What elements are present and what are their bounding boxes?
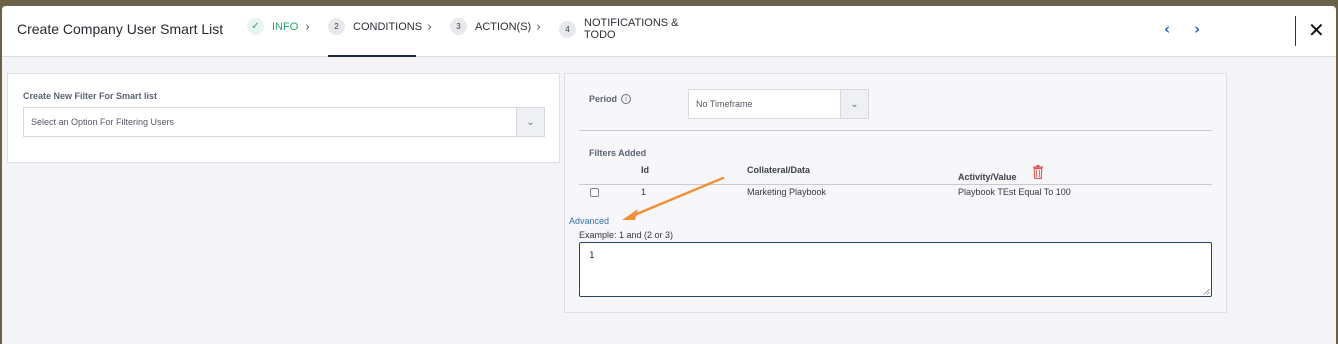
resize-grip-icon[interactable] (1203, 288, 1210, 295)
row-id: 1 (641, 187, 647, 197)
chevron-right-icon: › (305, 20, 311, 35)
example-text: Example: 1 and (2 or 3) (579, 230, 674, 240)
column-activity: Activity/Value (958, 172, 1017, 182)
check-icon: ✓ (247, 18, 264, 35)
expression-textarea[interactable]: 1 (579, 242, 1212, 297)
step-number: 4 (559, 21, 576, 38)
column-id: Id (641, 165, 649, 175)
filter-panel: Create New Filter For Smart list Select … (7, 73, 560, 163)
step-number: 2 (328, 18, 345, 35)
column-collateral: Collateral/Data (747, 165, 811, 175)
step-info[interactable]: ✓ INFO (247, 18, 298, 35)
header-divider (1295, 16, 1296, 46)
row-collateral: Marketing Playbook (747, 187, 827, 197)
modal-header: Create Company User Smart List ✓ INFO › … (2, 6, 1336, 57)
step-conditions-label: CONDITIONS (353, 20, 423, 33)
filter-select[interactable]: Select an Option For Filtering Users ⌄ (23, 107, 545, 137)
close-icon[interactable]: ✕ (1308, 18, 1325, 42)
expression-value: 1 (589, 251, 595, 261)
step-notifications[interactable]: 4 NOTIFICATIONS & TODO (559, 17, 679, 41)
step-info-label: INFO (272, 20, 299, 33)
active-step-underline (328, 55, 416, 57)
advanced-link[interactable]: Advanced (569, 216, 609, 226)
period-select-value: No Timeframe (696, 99, 753, 109)
trash-icon[interactable] (1032, 165, 1044, 179)
modal-title: Create Company User Smart List (17, 21, 224, 37)
chevron-down-icon: ⌄ (516, 108, 544, 136)
chevron-right-icon: › (536, 20, 542, 35)
step-conditions[interactable]: 2 CONDITIONS (328, 18, 422, 35)
step-actions-label: ACTION(S) (475, 20, 532, 33)
step-actions[interactable]: 3 ACTION(S) (450, 18, 531, 35)
filters-added-label: Filters Added (589, 148, 647, 158)
chevron-left-icon[interactable]: ‹ (1164, 20, 1170, 38)
step-notifications-label: NOTIFICATIONS & TODO (584, 17, 679, 41)
chevron-right-icon[interactable]: › (1194, 20, 1200, 38)
smart-list-modal: Create Company User Smart List ✓ INFO › … (2, 6, 1336, 344)
period-label-row: Period i (589, 94, 632, 104)
divider (579, 130, 1212, 131)
chevron-down-icon: ⌄ (840, 90, 868, 118)
chevron-right-icon: › (427, 20, 433, 35)
period-label: Period (589, 94, 618, 104)
period-select[interactable]: No Timeframe ⌄ (688, 89, 869, 119)
row-checkbox[interactable] (590, 188, 599, 197)
step-number: 3 (450, 18, 467, 35)
row-activity: Playbook TEst Equal To 100 (958, 187, 1071, 197)
filter-label: Create New Filter For Smart list (23, 91, 158, 101)
table-header-divider (579, 184, 1212, 185)
info-icon[interactable]: i (621, 94, 632, 104)
filter-select-value: Select an Option For Filtering Users (31, 117, 175, 127)
